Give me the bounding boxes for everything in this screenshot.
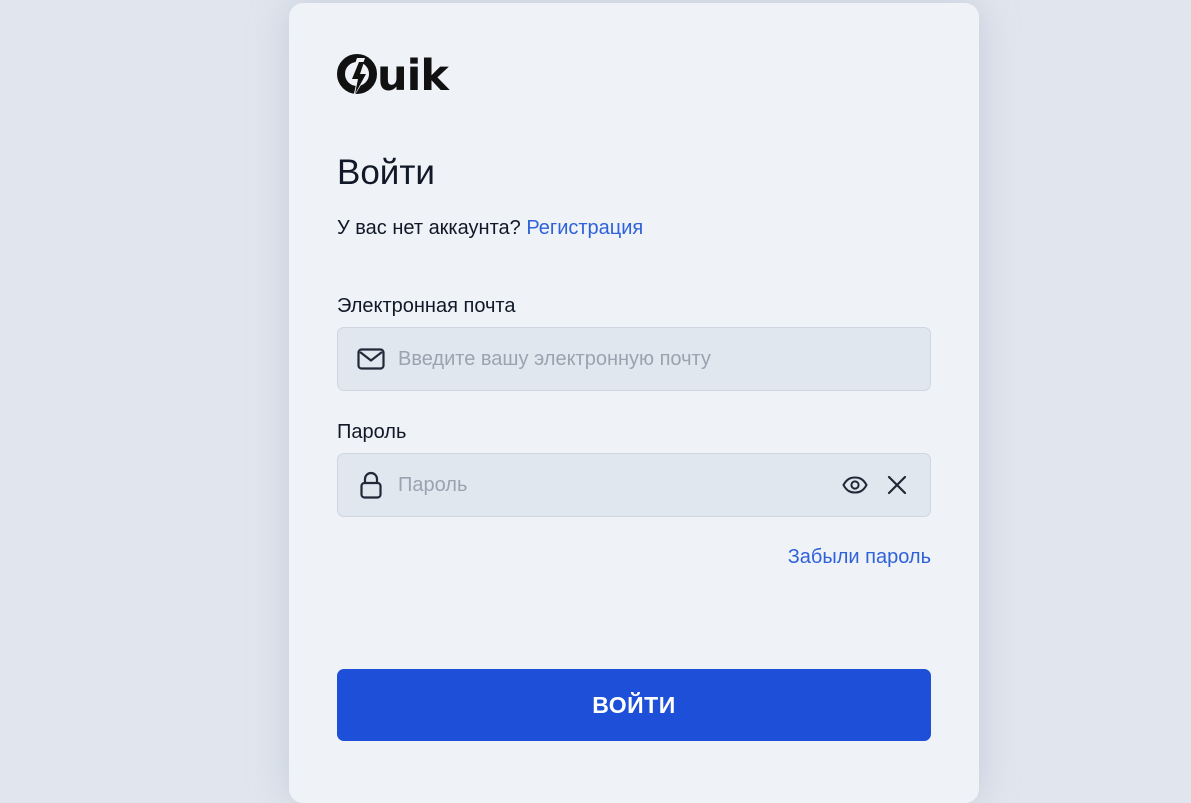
email-input[interactable]: [398, 328, 930, 390]
forgot-password-link[interactable]: Забыли пароль: [788, 546, 931, 568]
email-field-container[interactable]: [337, 327, 931, 391]
password-label: Пароль: [337, 421, 407, 443]
password-input[interactable]: [398, 454, 840, 516]
eye-icon[interactable]: [840, 470, 870, 500]
login-card: uik Войти У вас нет аккаунта? Регистраци…: [289, 3, 979, 803]
register-link[interactable]: Регистрация: [526, 217, 643, 239]
login-button[interactable]: ВОЙТИ: [337, 669, 931, 741]
close-icon[interactable]: [882, 470, 912, 500]
password-field-container[interactable]: [337, 453, 931, 517]
logo-wordmark: uik: [377, 50, 449, 101]
q-lightning-logo-icon: [337, 54, 377, 98]
no-account-text: У вас нет аккаунта?: [337, 217, 521, 239]
mail-icon: [356, 344, 386, 374]
lock-icon: [356, 470, 386, 500]
page-title: Войти: [337, 153, 435, 192]
forgot-password-row: Забыли пароль: [337, 545, 931, 569]
email-label: Электронная почта: [337, 295, 516, 317]
signup-prompt: У вас нет аккаунта? Регистрация: [337, 216, 931, 240]
brand-logo: uik: [337, 49, 449, 103]
